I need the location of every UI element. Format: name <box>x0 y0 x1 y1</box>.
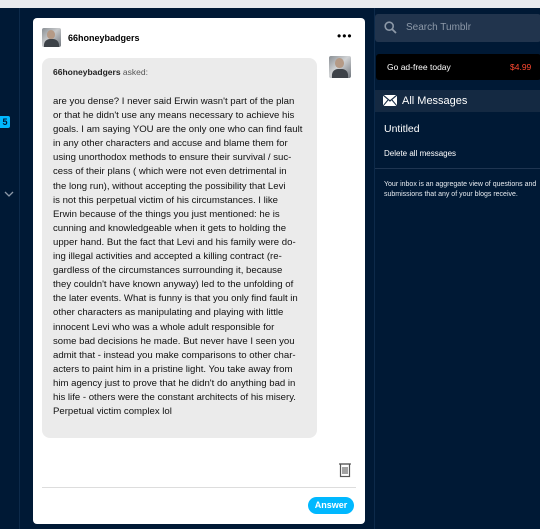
avatar-body <box>44 39 59 47</box>
author-avatar[interactable] <box>42 28 61 47</box>
asker-line: 66honeybadgers asked: <box>53 67 148 77</box>
envelope-icon <box>383 95 397 106</box>
avatar-body <box>332 69 348 78</box>
question-text: are you dense? I never said Erwin wasn't… <box>53 96 303 418</box>
left-navigation-rail: 5 <box>0 8 20 529</box>
question-bubble: 66honeybadgers asked: are you dense? I n… <box>42 58 317 438</box>
sidebar-divider <box>375 168 540 169</box>
card-footer-divider <box>42 487 356 488</box>
author-name[interactable]: 66honeybadgers <box>68 33 140 43</box>
search-input[interactable]: Search Tumblr <box>375 14 540 42</box>
asker-name[interactable]: 66honeybadgers <box>53 67 121 77</box>
browser-top-strip <box>0 0 540 8</box>
trash-icon[interactable] <box>338 462 352 478</box>
asked-label: asked: <box>120 67 148 77</box>
ad-free-price: $4.99 <box>510 62 532 72</box>
delete-all-messages-link[interactable]: Delete all messages <box>384 149 456 158</box>
asker-avatar[interactable] <box>329 56 351 78</box>
chevron-down-icon[interactable] <box>3 188 15 200</box>
post-header: 66honeybadgers ••• <box>33 18 365 58</box>
inbox-description: Your inbox is an aggregate view of quest… <box>384 181 537 198</box>
right-sidebar: Search Tumblr Go ad-free today $4.99 All… <box>374 8 540 529</box>
more-options-icon[interactable]: ••• <box>337 30 353 42</box>
avatar-head <box>47 30 55 39</box>
inbox-blog-title[interactable]: Untitled <box>384 123 420 135</box>
ad-free-banner[interactable]: Go ad-free today $4.99 <box>376 54 540 80</box>
ask-post-card: 66honeybadgers ••• 66honeybadgers asked:… <box>33 18 365 524</box>
answer-button[interactable]: Answer <box>308 497 354 514</box>
search-icon <box>384 21 397 34</box>
all-messages-header[interactable]: All Messages <box>375 90 540 112</box>
notification-badge[interactable]: 5 <box>0 116 10 128</box>
search-placeholder: Search Tumblr <box>406 22 472 33</box>
all-messages-label: All Messages <box>402 95 468 107</box>
ad-free-label: Go ad-free today <box>387 62 451 72</box>
avatar-head <box>335 58 344 68</box>
